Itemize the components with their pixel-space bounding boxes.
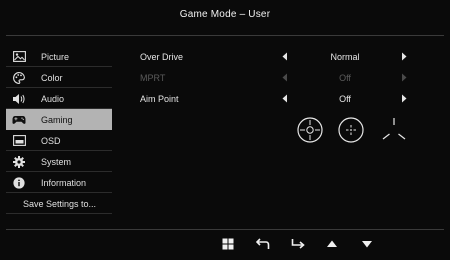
sidebar-item-information[interactable]: Information: [6, 172, 112, 193]
back-icon[interactable]: [255, 236, 271, 252]
setting-row-aim-point[interactable]: Aim Point Off: [140, 89, 420, 110]
speaker-icon: [12, 93, 26, 105]
footer-divider: [6, 229, 444, 230]
setting-value: Off: [339, 73, 351, 83]
menu-grid-icon[interactable]: [220, 236, 236, 252]
arrow-right-icon[interactable]: [401, 94, 409, 104]
sidebar-item-system[interactable]: System: [6, 151, 112, 172]
sidebar-item-label: System: [41, 156, 72, 167]
osd-window-icon: [12, 135, 26, 147]
sidebar-item-label: Audio: [41, 93, 65, 104]
sidebar-item-label: Gaming: [41, 114, 73, 125]
sidebar: Picture Color Audio Gaming OSD System In…: [6, 46, 112, 214]
crosshair-circle-icon[interactable]: [296, 116, 324, 144]
up-icon[interactable]: [324, 236, 340, 252]
sidebar-item-gaming[interactable]: Gaming: [6, 109, 112, 130]
arrow-left-icon[interactable]: [282, 52, 290, 62]
menu-title: Game Mode – User: [179, 9, 271, 20]
setting-row-over-drive[interactable]: Over Drive Normal: [140, 47, 420, 68]
key-guide: [0, 236, 450, 254]
setting-label: Aim Point: [140, 94, 179, 104]
gamepad-icon: [12, 114, 26, 126]
down-icon[interactable]: [359, 236, 375, 252]
setting-label: Over Drive: [140, 52, 184, 62]
arrow-right-icon: [401, 73, 409, 83]
arrow-left-icon: [282, 73, 290, 83]
setting-value: Off: [339, 94, 351, 104]
osd-menu: Game Mode – User Picture Color Audio Gam…: [0, 0, 450, 260]
sidebar-item-color[interactable]: Color: [6, 67, 112, 88]
sidebar-item-label: OSD: [41, 135, 61, 146]
gear-icon: [12, 155, 26, 168]
sidebar-item-label: Information: [41, 177, 87, 188]
divider: [6, 213, 112, 214]
arrow-right-icon[interactable]: [401, 52, 409, 62]
sidebar-item-osd[interactable]: OSD: [6, 130, 112, 151]
crosshair-tri-icon[interactable]: [380, 116, 408, 144]
title-divider: [6, 35, 444, 36]
enter-icon[interactable]: [290, 236, 306, 252]
sidebar-item-label: Picture: [41, 51, 70, 62]
setting-value: Normal: [330, 52, 360, 62]
settings-panel: Over Drive Normal MPRT Off Aim Point Off: [140, 47, 420, 110]
sidebar-item-audio[interactable]: Audio: [6, 88, 112, 109]
sidebar-item-label: Color: [41, 72, 63, 83]
setting-row-mprt: MPRT Off: [140, 68, 420, 89]
crosshair-dot-icon[interactable]: [337, 116, 365, 144]
picture-icon: [12, 51, 26, 63]
sidebar-item-picture[interactable]: Picture: [6, 46, 112, 67]
info-icon: [12, 176, 26, 189]
setting-label: MPRT: [140, 73, 166, 83]
color-palette-icon: [12, 71, 26, 84]
arrow-left-icon[interactable]: [282, 94, 290, 104]
sidebar-item-save-settings[interactable]: Save Settings to...: [6, 193, 112, 214]
sidebar-item-label: Save Settings to...: [23, 198, 97, 209]
